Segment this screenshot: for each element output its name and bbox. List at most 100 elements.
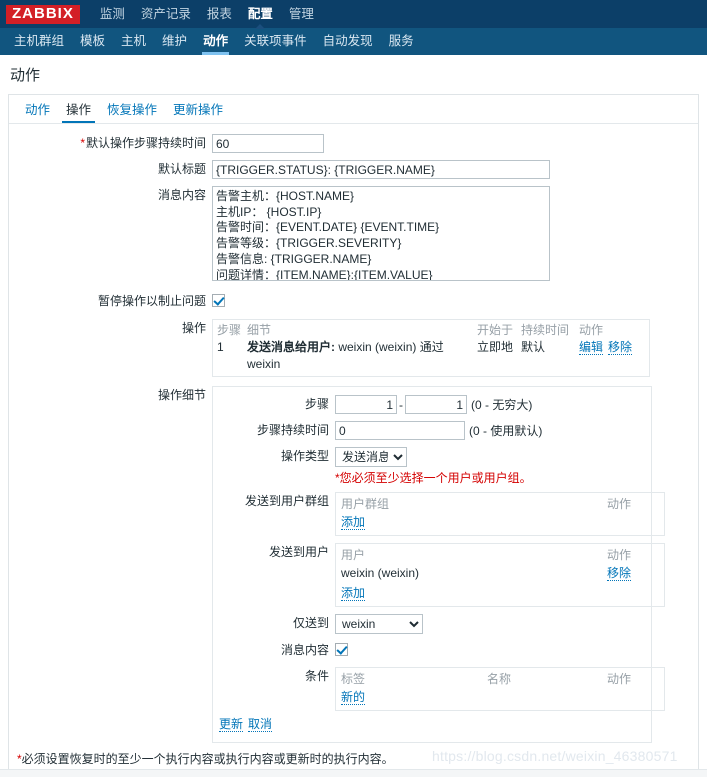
message-body-textarea[interactable]: 告警主机：{HOST.NAME} 主机IP： {HOST.IP} 告警时间：{E… — [212, 186, 550, 281]
subnav-item-templates[interactable]: 模板 — [72, 28, 113, 55]
operation-remove-link[interactable]: 移除 — [608, 340, 633, 355]
topmenu-item-configuration[interactable]: 配置 — [240, 0, 281, 29]
od-row-send-to-users: 发送到用户 用户 动作 weixin (weixin) 移除 添加 — [213, 543, 665, 607]
step-range-separator: - — [399, 397, 403, 412]
topmenu-item-reports[interactable]: 报表 — [199, 0, 240, 28]
send-only-to-select[interactable]: weixin — [335, 614, 423, 634]
step-from-input[interactable] — [335, 395, 397, 414]
step-range-hint: (0 - 无穷大) — [471, 398, 533, 412]
subnav-item-hosts[interactable]: 主机 — [113, 28, 154, 55]
col-user-group-action: 动作 — [607, 497, 632, 511]
cell-action: 编辑 移除 — [579, 339, 645, 356]
user-groups-table-header: 用户群组 动作 — [341, 495, 659, 513]
action-form-panel: 动作 操作 恢复操作 更新操作 *默认操作步骤持续时间 默认标题 消息内容 — [8, 94, 699, 777]
od-label-steps: 步骤 — [304, 397, 329, 411]
default-subject-input[interactable] — [212, 160, 550, 179]
od-label-conditions: 条件 — [304, 669, 329, 683]
cell-details: 发送消息给用户: weixin (weixin) 通过 weixin — [247, 339, 477, 373]
field-row-pause-suppressed: 暂停操作以制止问题 — [9, 292, 698, 310]
step-duration-hint: (0 - 使用默认) — [469, 424, 543, 438]
global-header: ZABBIX 监测 资产记录 报表 配置 管理 — [0, 0, 707, 29]
cell-user-name: weixin (weixin) — [341, 566, 420, 580]
users-add-link[interactable]: 添加 — [341, 586, 366, 601]
od-value-conditions: 标签 名称 动作 新的 — [335, 667, 665, 711]
tab-recovery-operations[interactable]: 恢复操作 — [99, 99, 165, 123]
od-label-send-to-users: 发送到用户 — [268, 545, 329, 559]
operation-type-select[interactable]: 发送消息 — [335, 447, 407, 467]
col-user: 用户 — [341, 548, 366, 562]
subnav-item-services[interactable]: 服务 — [381, 28, 422, 55]
field-row-operation-details: 操作细节 步骤 - (0 - 无穷大) — [9, 386, 698, 743]
od-row-send-only-to: 仅送到 weixin — [213, 614, 651, 634]
col-user-action: 动作 — [607, 548, 632, 562]
global-menu: 监测 资产记录 报表 配置 管理 — [92, 0, 322, 29]
required-marker: * — [80, 136, 85, 150]
cell-duration: 默认 — [521, 340, 546, 354]
operation-edit-link[interactable]: 编辑 — [579, 340, 604, 355]
col-duration: 持续时间 — [521, 323, 570, 337]
page-bottom-strip — [0, 769, 707, 777]
users-table-header: 用户 动作 — [341, 546, 659, 564]
operation-details-panel: 步骤 - (0 - 无穷大) 步骤持续时间 (0 - 使 — [212, 386, 665, 743]
step-to-input[interactable] — [405, 395, 467, 414]
user-remove-link[interactable]: 移除 — [607, 566, 632, 581]
label-default-subject: 默认标题 — [157, 162, 206, 176]
users-table: 用户 动作 weixin (weixin) 移除 添加 — [335, 543, 665, 607]
label-message-body: 消息内容 — [157, 188, 206, 202]
cell-details-type: 发送消息给用户: — [247, 340, 335, 354]
operation-cancel-link[interactable]: 取消 — [248, 717, 273, 732]
tab-action[interactable]: 动作 — [17, 99, 58, 123]
note-text: 必须设置恢复时的至少一个执行内容或执行内容或更新时的执行内容。 — [21, 752, 394, 766]
col-start-in: 开始于 — [477, 323, 514, 337]
col-action: 动作 — [579, 323, 604, 337]
custom-message-checkbox[interactable] — [335, 643, 348, 656]
subnav-item-host-groups[interactable]: 主机群组 — [6, 28, 72, 55]
od-label-send-to-user-groups: 发送到用户群组 — [244, 494, 329, 508]
od-label-step-duration: 步骤持续时间 — [256, 423, 329, 437]
page-header: 动作 — [0, 55, 707, 94]
tab-update-operations[interactable]: 更新操作 — [165, 99, 231, 123]
operation-update-link[interactable]: 更新 — [219, 717, 244, 732]
page-title: 动作 — [10, 67, 41, 84]
operations-table-header: 步骤 细节 开始于 持续时间 动作 — [217, 322, 645, 339]
topmenu-item-inventory[interactable]: 资产记录 — [133, 0, 199, 28]
od-label-send-only-to: 仅送到 — [292, 616, 329, 630]
od-value-user-required-note: *您必须至少选择一个用户或用户组。 — [335, 469, 651, 486]
zabbix-logo[interactable]: ZABBIX — [6, 4, 80, 24]
value-operation-details: 步骤 - (0 - 无穷大) 步骤持续时间 (0 - 使 — [212, 386, 698, 743]
tab-operations[interactable]: 操作 — [58, 99, 99, 123]
watermark: https://blog.csdn.net/weixin_46380571 — [432, 748, 678, 764]
users-add-row: 添加 — [341, 584, 659, 602]
app-window: ZABBIX 监测 资产记录 报表 配置 管理 主机群组 模板 主机 维护 动作… — [0, 0, 707, 777]
step-duration-input[interactable] — [335, 421, 465, 440]
topmenu-item-monitoring[interactable]: 监测 — [92, 0, 133, 28]
field-row-default-subject: 默认标题 — [9, 160, 698, 179]
operations-table: 步骤 细节 开始于 持续时间 动作 1 发送消息给用户: weixin (wei… — [212, 319, 650, 377]
conditions-new-link[interactable]: 新的 — [341, 690, 366, 705]
od-row-operation-type: 操作类型 发送消息 — [213, 447, 651, 467]
subnav-item-maintenance[interactable]: 维护 — [154, 28, 195, 55]
subnav-item-discovery[interactable]: 自动发现 — [315, 28, 381, 55]
list-item: weixin (weixin) 移除 — [341, 564, 659, 582]
od-value-operation-type: 发送消息 — [335, 447, 651, 467]
user-groups-add-link[interactable]: 添加 — [341, 515, 366, 530]
subnav-item-actions[interactable]: 动作 — [195, 28, 236, 55]
topmenu-item-administration[interactable]: 管理 — [281, 0, 322, 28]
od-label-operation-type: 操作类型 — [280, 449, 329, 463]
table-row: 1 发送消息给用户: weixin (weixin) 通过 weixin 立即地… — [217, 339, 645, 373]
form-tabs: 动作 操作 恢复操作 更新操作 — [9, 95, 698, 123]
user-required-note: *您必须至少选择一个用户或用户组。 — [335, 471, 532, 485]
operation-details-actions: 更新 取消 — [213, 715, 651, 732]
default-duration-input[interactable] — [212, 134, 324, 153]
od-value-send-to-users: 用户 动作 weixin (weixin) 移除 添加 — [335, 543, 665, 607]
field-row-default-duration: *默认操作步骤持续时间 — [9, 134, 698, 153]
value-message-body: 告警主机：{HOST.NAME} 主机IP： {HOST.IP} 告警时间：{E… — [212, 186, 698, 284]
col-user-group: 用户群组 — [341, 497, 390, 511]
pause-suppressed-checkbox[interactable] — [212, 294, 225, 307]
label-default-duration: *默认操作步骤持续时间 — [80, 136, 206, 150]
cell-start-in: 立即地 — [477, 340, 514, 354]
od-value-send-only-to: weixin — [335, 614, 651, 634]
subnav-item-correlation[interactable]: 关联项事件 — [236, 28, 315, 55]
od-row-conditions: 条件 标签 名称 动作 新的 — [213, 667, 665, 711]
col-condition-name: 名称 — [487, 672, 512, 686]
